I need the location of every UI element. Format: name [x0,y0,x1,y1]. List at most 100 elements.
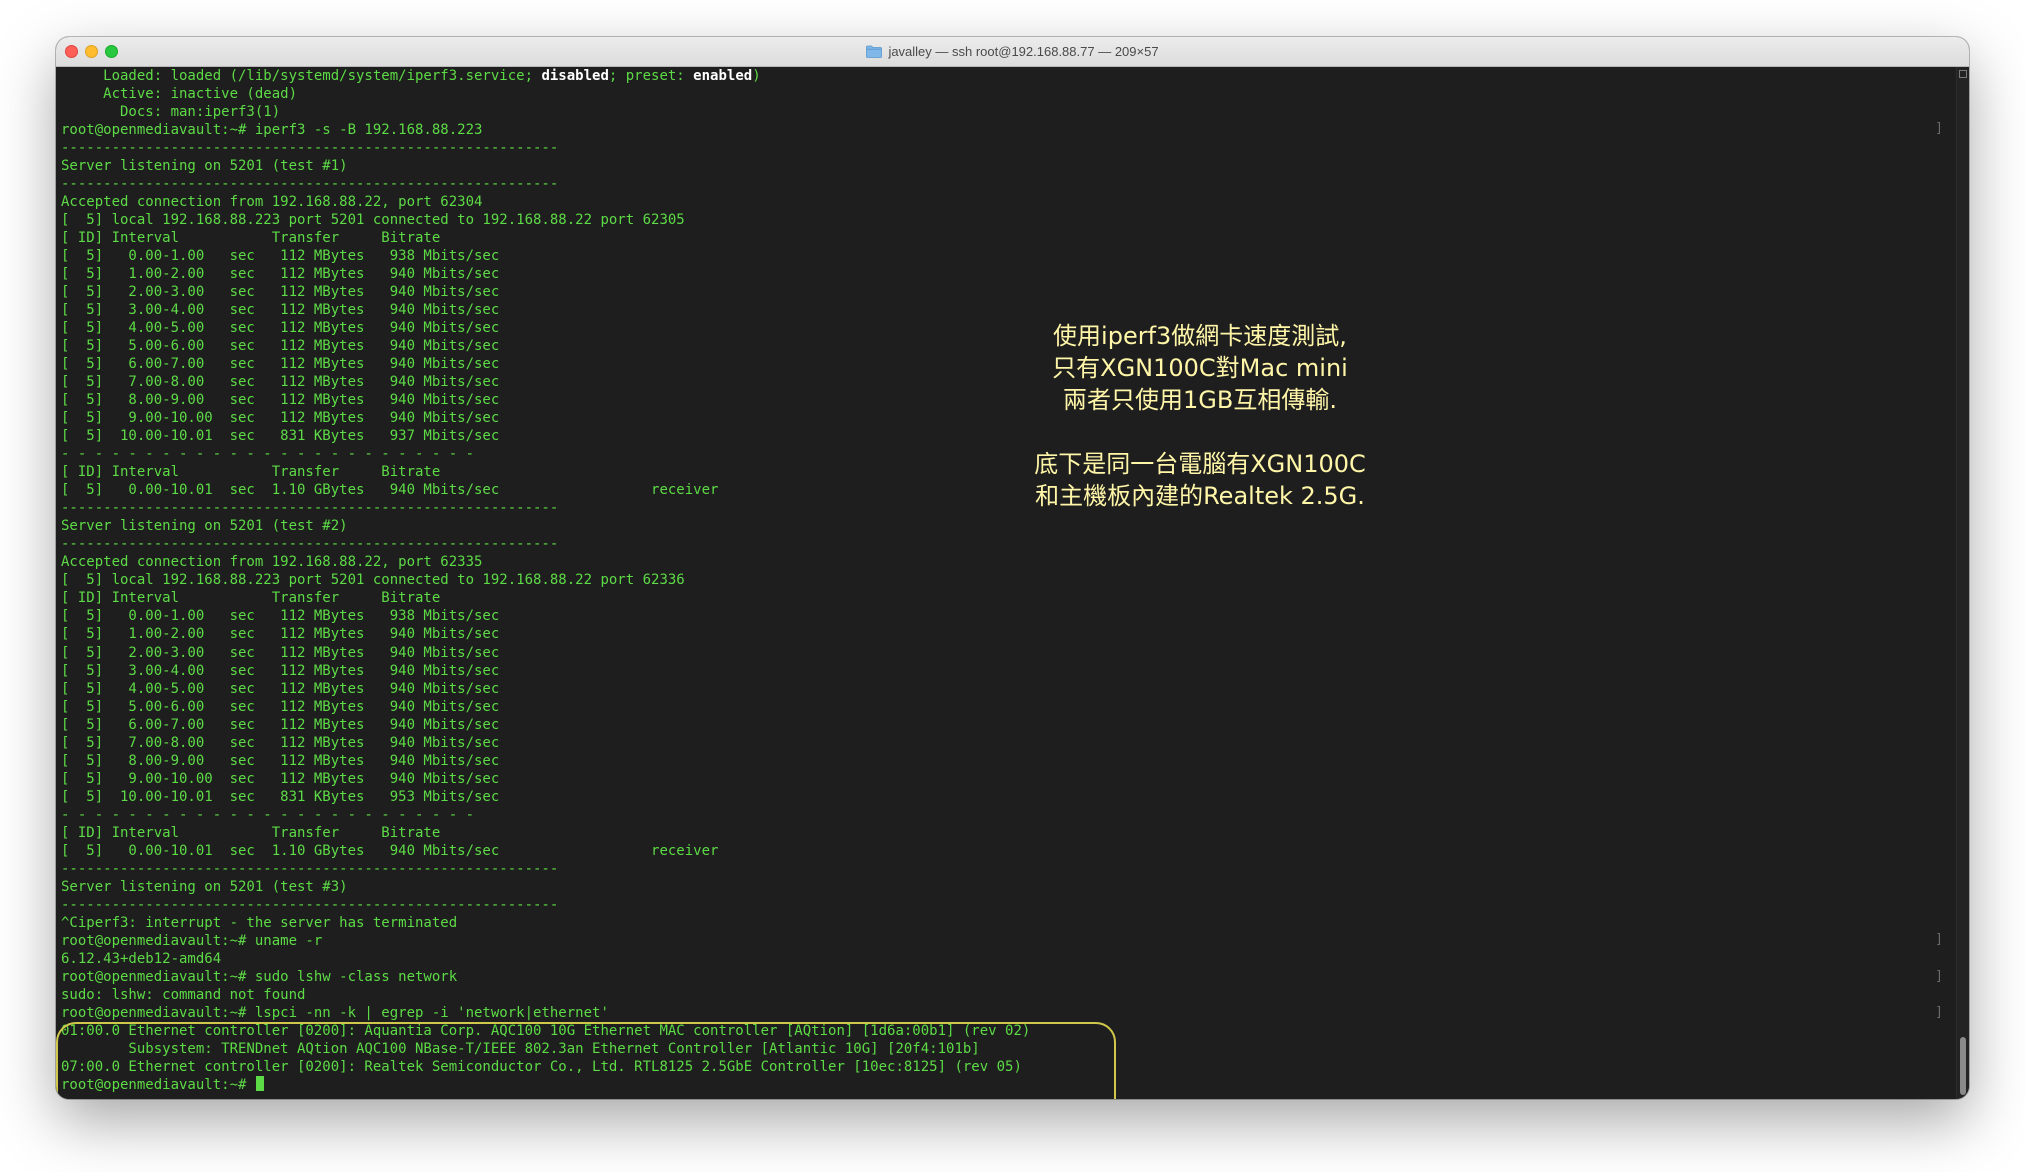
scrollbar-resize-icon [1959,70,1967,78]
terminal-line: [ 5] 7.00-8.00 sec 112 MBytes 940 Mbits/… [61,373,1030,391]
terminal-line: Accepted connection from 192.168.88.22, … [61,553,1030,571]
line-text: Server listening on 5201 (test #1) [61,158,348,175]
annotation-line: 底下是同一台電腦有XGN100C [1034,450,1366,478]
terminal-line: [ 5] 3.00-4.00 sec 112 MBytes 940 Mbits/… [61,301,1030,319]
line-text: ^Ciperf3: interrupt - the server has ter… [61,914,458,931]
annotation-line: 使用iperf3做網卡速度測試, [1053,322,1347,350]
line-text: [ 5] 1.00-2.00 sec 112 MBytes 940 Mbits/… [61,266,500,283]
line-text: [ 5] 5.00-6.00 sec 112 MBytes 940 Mbits/… [61,698,500,715]
line-text: Server listening on 5201 (test #3) [61,878,348,895]
line-text: Loaded: loaded (/lib/systemd/system/iper… [61,68,542,84]
terminal-line: 07:00.0 Ethernet controller [0200]: Real… [61,1058,1030,1076]
line-text: ----------------------------------------… [61,536,559,553]
prompt-mark-icon: ] [1935,121,1943,137]
terminal-line: [ ID] Interval Transfer Bitrate [61,824,1030,842]
terminal-line: Active: inactive (dead) [61,85,1030,103]
line-text: ----------------------------------------… [61,896,559,913]
terminal-line: root@openmediavault:~# iperf3 -s -B 192.… [61,121,1030,139]
terminal-line: Server listening on 5201 (test #1) [61,157,1030,175]
terminal-line: [ ID] Interval Transfer Bitrate [61,229,1030,247]
line-text: root@openmediavault:~# lspci -nn -k | eg… [61,1004,609,1021]
terminal-line: [ 5] 0.00-10.01 sec 1.10 GBytes 940 Mbit… [61,481,1030,499]
line-text: [ 5] 2.00-3.00 sec 112 MBytes 940 Mbits/… [61,284,500,301]
terminal-line: Loaded: loaded (/lib/systemd/system/iper… [61,67,1030,85]
line-text: [ 5] 0.00-10.01 sec 1.10 GBytes 940 Mbit… [61,842,719,859]
terminal-line: Accepted connection from 192.168.88.22, … [61,193,1030,211]
terminal-line: [ 5] 2.00-3.00 sec 112 MBytes 940 Mbits/… [61,283,1030,301]
terminal-line: root@openmediavault:~# sudo lshw -class … [61,968,1030,986]
terminal-line: ----------------------------------------… [61,535,1030,553]
terminal-line: - - - - - - - - - - - - - - - - - - - - … [61,806,1030,824]
line-text: [ 5] local 192.168.88.223 port 5201 conn… [61,572,685,589]
terminal-line: [ 5] 5.00-6.00 sec 112 MBytes 940 Mbits/… [61,337,1030,355]
text-cursor [255,1075,264,1091]
annotation-line: 只有XGN100C對Mac mini [1052,354,1348,382]
terminal-line: [ 5] 9.00-10.00 sec 112 MBytes 940 Mbits… [61,770,1030,788]
title-bar[interactable]: javalley — ssh root@192.168.88.77 — 209×… [56,37,1969,67]
line-text: [ 5] 10.00-10.01 sec 831 KBytes 953 Mbit… [61,788,500,805]
terminal-line: [ 5] 1.00-2.00 sec 112 MBytes 940 Mbits/… [61,265,1030,283]
line-text: [ 5] 4.00-5.00 sec 112 MBytes 940 Mbits/… [61,680,500,697]
terminal-output[interactable]: Loaded: loaded (/lib/systemd/system/iper… [56,67,1957,1099]
line-text: [ 5] 9.00-10.00 sec 112 MBytes 940 Mbits… [61,410,500,427]
terminal-line: root@openmediavault:~# [61,1075,1030,1094]
line-text: [ 5] 9.00-10.00 sec 112 MBytes 940 Mbits… [61,770,500,787]
terminal-line: [ 5] 8.00-9.00 sec 112 MBytes 940 Mbits/… [61,391,1030,409]
line-text: [ 5] 0.00-10.01 sec 1.10 GBytes 940 Mbit… [61,482,719,499]
terminal-line: [ 5] 6.00-7.00 sec 112 MBytes 940 Mbits/… [61,355,1030,373]
bold-value: disabled [541,68,609,84]
terminal-window: javalley — ssh root@192.168.88.77 — 209×… [56,37,1969,1099]
terminal-line: Server listening on 5201 (test #3) [61,878,1030,896]
terminal-line: [ 5] 10.00-10.01 sec 831 KBytes 953 Mbit… [61,788,1030,806]
line-text: [ 5] 8.00-9.00 sec 112 MBytes 940 Mbits/… [61,752,500,769]
line-text: root@openmediavault:~# iperf3 -s -B 192.… [61,122,483,139]
line-text: ; preset: [608,68,694,84]
annotation-line: 兩者只使用1GB互相傳輸. [1063,386,1337,414]
line-text: [ 5] 1.00-2.00 sec 112 MBytes 940 Mbits/… [61,626,500,643]
terminal-line: ----------------------------------------… [61,896,1030,914]
line-text: sudo: lshw: command not found [61,986,306,1003]
line-text: [ ID] Interval Transfer Bitrate [61,824,441,841]
line-text: Server listening on 5201 (test #2) [61,518,348,535]
terminal-line: [ 5] 2.00-3.00 sec 112 MBytes 940 Mbits/… [61,644,1030,662]
terminal-line: [ 5] 9.00-10.00 sec 112 MBytes 940 Mbits… [61,409,1030,427]
terminal-line: [ 5] 4.00-5.00 sec 112 MBytes 940 Mbits/… [61,680,1030,698]
line-text: [ 5] 6.00-7.00 sec 112 MBytes 940 Mbits/… [61,716,500,733]
terminal-lines: Loaded: loaded (/lib/systemd/system/iper… [61,67,1030,1094]
line-text: [ 5] 8.00-9.00 sec 112 MBytes 940 Mbits/… [61,392,500,409]
terminal-line: 6.12.43+deb12-amd64 [61,950,1030,968]
line-text: - - - - - - - - - - - - - - - - - - - - … [61,806,475,823]
line-text: Subsystem: TRENDnet AQtion AQC100 NBase-… [61,1040,980,1057]
line-text: ----------------------------------------… [61,140,559,157]
terminal-line: [ 5] 1.00-2.00 sec 112 MBytes 940 Mbits/… [61,625,1030,643]
line-text: 01:00.0 Ethernet controller [0200]: Aqua… [61,1022,1031,1039]
line-text: [ 5] local 192.168.88.223 port 5201 conn… [61,212,685,229]
line-text: [ 5] 0.00-1.00 sec 112 MBytes 938 Mbits/… [61,608,500,625]
line-text: ----------------------------------------… [61,176,559,193]
annotation-block-1: 使用iperf3做網卡速度測試, 只有XGN100C對Mac mini 兩者只使… [920,320,1480,416]
terminal-line: 01:00.0 Ethernet controller [0200]: Aqua… [61,1022,1030,1040]
terminal-line: [ 5] local 192.168.88.223 port 5201 conn… [61,571,1030,589]
terminal-line: root@openmediavault:~# lspci -nn -k | eg… [61,1004,1030,1022]
line-text: root@openmediavault:~# sudo lshw -class … [61,968,458,985]
scrollbar[interactable] [1956,67,1969,1099]
line-text: [ 5] 3.00-4.00 sec 112 MBytes 940 Mbits/… [61,662,500,679]
terminal-line: root@openmediavault:~# uname -r [61,932,1030,950]
prompt-mark-icon: ] [1935,932,1943,948]
line-text: ----------------------------------------… [61,860,559,877]
terminal-line: Server listening on 5201 (test #2) [61,517,1030,535]
annotation-block-2: 底下是同一台電腦有XGN100C 和主機板內建的Realtek 2.5G. [920,448,1480,512]
line-text: [ 5] 5.00-6.00 sec 112 MBytes 940 Mbits/… [61,338,500,355]
terminal-line: [ 5] 0.00-10.01 sec 1.10 GBytes 940 Mbit… [61,842,1030,860]
terminal-line: [ ID] Interval Transfer Bitrate [61,463,1030,481]
scrollbar-thumb[interactable] [1960,1037,1966,1095]
line-text: [ 5] 7.00-8.00 sec 112 MBytes 940 Mbits/… [61,734,500,751]
terminal-line: [ 5] 10.00-10.01 sec 831 KBytes 937 Mbit… [61,427,1030,445]
line-text: ) [752,68,761,84]
line-text: 6.12.43+deb12-amd64 [61,950,222,967]
line-text: Active: inactive (dead) [61,86,298,103]
terminal-line: - - - - - - - - - - - - - - - - - - - - … [61,445,1030,463]
line-text: Docs: man:iperf3(1) [61,104,281,121]
terminal-line: [ 5] 4.00-5.00 sec 112 MBytes 940 Mbits/… [61,319,1030,337]
terminal-line: [ 5] 5.00-6.00 sec 112 MBytes 940 Mbits/… [61,698,1030,716]
